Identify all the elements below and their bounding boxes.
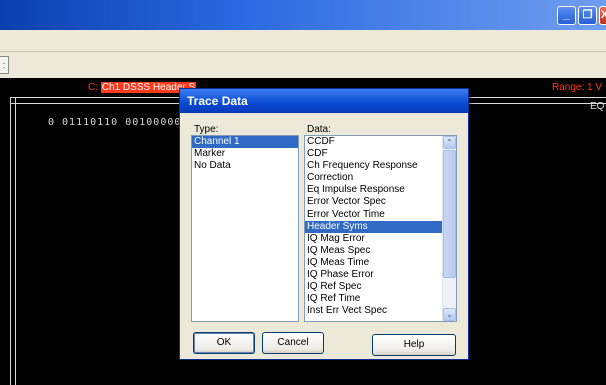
eq-label: EQ bbox=[590, 101, 605, 112]
scroll-down-icon[interactable]: ⌄ bbox=[443, 308, 456, 321]
list-item[interactable]: IQ Ref Time bbox=[305, 293, 456, 305]
list-item[interactable]: Marker bbox=[192, 148, 298, 160]
trace-left-border bbox=[10, 97, 11, 385]
data-listbox[interactable]: CCDF CDF Ch Frequency Response Correction Eq… bbox=[304, 135, 457, 322]
scroll-thumb[interactable] bbox=[443, 150, 456, 278]
help-button[interactable]: Help bbox=[372, 334, 456, 356]
list-item[interactable]: CDF bbox=[305, 148, 456, 160]
data-list-items: CCDF CDF Ch Frequency Response Correction Eq… bbox=[305, 136, 456, 317]
minimize-icon[interactable]: _ bbox=[557, 6, 576, 25]
list-item[interactable]: IQ Phase Error bbox=[305, 269, 456, 281]
list-item[interactable]: Error Vector Time bbox=[305, 209, 456, 221]
list-item[interactable]: Correction bbox=[305, 172, 456, 184]
dialog-title: Trace Data bbox=[180, 89, 468, 113]
list-item[interactable]: IQ Ref Spec bbox=[305, 281, 456, 293]
list-item[interactable]: No Data bbox=[192, 160, 298, 172]
type-label: Type: bbox=[194, 124, 219, 135]
cancel-button[interactable]: Cancel bbox=[262, 332, 324, 354]
list-item[interactable]: Error Vector Spec bbox=[305, 196, 456, 208]
menu-bar bbox=[0, 30, 606, 51]
trace-data-dialog: Trace Data Type: Data: Channel 1 Marker No… bbox=[179, 88, 469, 360]
toolbar-button[interactable]: : bbox=[0, 56, 9, 74]
restore-icon[interactable]: ❐ bbox=[578, 6, 597, 25]
trace-prefix: C: bbox=[88, 82, 101, 93]
trace-left-inner-border bbox=[15, 97, 16, 385]
list-item[interactable]: Inst Err Vect Spec bbox=[305, 305, 456, 317]
list-item[interactable]: Header Syms bbox=[305, 220, 456, 233]
data-scrollbar[interactable]: ⌃ ⌄ bbox=[442, 136, 456, 321]
type-listbox[interactable]: Channel 1 Marker No Data bbox=[191, 135, 299, 322]
list-item[interactable]: IQ Mag Error bbox=[305, 233, 456, 245]
list-item[interactable]: Eq Impulse Response bbox=[305, 184, 456, 196]
list-item[interactable]: CCDF bbox=[305, 136, 456, 148]
scroll-up-icon[interactable]: ⌃ bbox=[443, 136, 456, 149]
close-icon[interactable]: X bbox=[599, 6, 606, 25]
toolbar: : bbox=[0, 51, 606, 79]
list-item[interactable]: Ch Frequency Response bbox=[305, 160, 456, 172]
app-title-bar: _ ❐ X bbox=[0, 0, 606, 30]
data-label: Data: bbox=[307, 124, 331, 135]
ok-button[interactable]: OK bbox=[193, 332, 255, 354]
list-item[interactable]: IQ Meas Spec bbox=[305, 245, 456, 257]
bit-readout: 0 01110110 00100000 bbox=[48, 117, 182, 128]
list-item[interactable]: IQ Meas Time bbox=[305, 257, 456, 269]
range-label: Range: 1 V bbox=[552, 82, 603, 93]
list-item[interactable]: Channel 1 bbox=[192, 136, 298, 149]
